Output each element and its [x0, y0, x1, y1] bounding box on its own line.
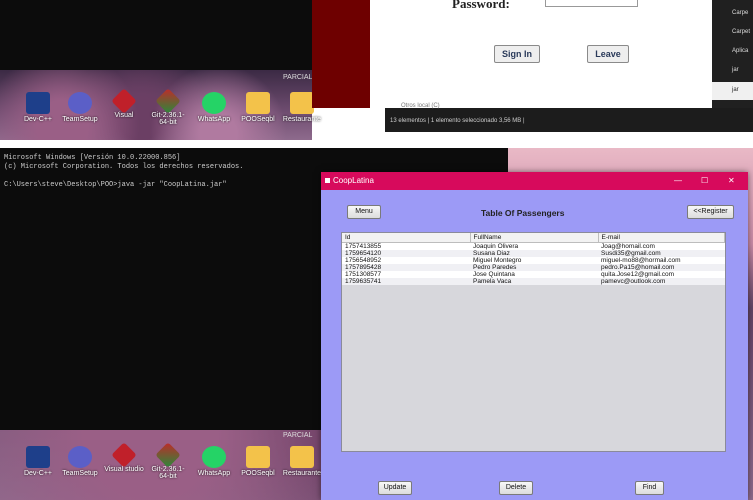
cell-fullname: Pedro Paredes [470, 264, 598, 271]
folder-icon [290, 92, 314, 114]
terminal-line: (c) Microsoft Corporation. Todos los der… [4, 163, 244, 171]
git-icon [155, 442, 181, 468]
window-title-bar[interactable]: CoopLatina — ☐ ✕ [321, 172, 748, 190]
explorer-item[interactable]: Aplica [732, 48, 748, 54]
devcpp-icon [26, 92, 50, 114]
terminal-window-top[interactable] [0, 0, 312, 70]
cell-id: 1757413855 [345, 243, 382, 250]
desktop-icon-whatsapp[interactable]: WhatsApp [194, 92, 234, 123]
register-button[interactable]: <<Register [687, 205, 734, 219]
desktop-icon-teamsetup[interactable]: TeamSetup [60, 446, 100, 477]
cell-fullname: Susana Diaz [470, 250, 598, 257]
column-header-fullname[interactable]: FullName [470, 233, 599, 243]
cell-id: 1759635741 [342, 278, 470, 285]
cell-fullname: Pamela Vaca [470, 278, 598, 285]
cell-email: Joag@homail.com [601, 243, 655, 250]
explorer-side-list: Carpe Carpet Aplica jar jar [712, 0, 753, 108]
find-button[interactable]: Find [635, 481, 664, 495]
desktop-icon-git[interactable]: Git-2.36.1-64-bit [148, 442, 188, 480]
folder-icon [246, 446, 270, 468]
folder-icon [246, 92, 270, 114]
password-label: Password: [452, 0, 510, 11]
visual-studio-icon [111, 88, 137, 114]
cell-email: pamevc@outlook.com [598, 278, 725, 285]
cell-email: pedro.Pa15@homail.com [598, 264, 725, 271]
explorer-status-bar: Otros local (C) 13 elementos | 1 element… [385, 103, 753, 132]
desktop-icon-devcpp[interactable]: Dev-C++ [18, 446, 58, 477]
desktop-icon-visual[interactable]: Visual studio [104, 442, 144, 473]
top-desktop-region: PARCIAL Dev-C++ TeamSetup Visual Git-2.3… [0, 0, 753, 140]
maximize-button[interactable]: ☐ [701, 172, 708, 190]
cell-fullname: Joaquin Olivera [473, 243, 519, 250]
whatsapp-icon [202, 92, 226, 114]
desktop-icon-devcpp[interactable]: Dev-C++ [18, 92, 58, 123]
page-title: Table Of Passengers [481, 208, 565, 218]
column-header-id[interactable]: Id [342, 233, 471, 243]
table-row[interactable]: 1759635741 Pamela Vaca pamevc@outlook.com [342, 278, 725, 285]
cell-fullname: Miguel Montegro [473, 257, 522, 264]
cell-email: miguel-mo88@hormail.com [601, 257, 681, 264]
menu-button[interactable]: Menu [347, 205, 381, 219]
separator [0, 140, 753, 148]
desktop-icon-teamsetup[interactable]: TeamSetup [60, 92, 100, 123]
devcpp-icon [26, 446, 50, 468]
teams-icon [68, 92, 92, 114]
explorer-item[interactable]: Carpe [732, 10, 748, 16]
java-app-icon [325, 178, 330, 183]
minimize-button[interactable]: — [674, 172, 682, 190]
table-row[interactable]: 1756548952 Miguel Montegro miguel-mo88@hor… [342, 257, 725, 264]
explorer-faded-text: Otros local (C) [401, 103, 440, 109]
table-row[interactable]: 1759654120 Susana Diaz Susdi35@gmail.com [342, 250, 725, 257]
cell-email: Susdi35@gmail.com [598, 250, 725, 257]
whatsapp-icon [202, 446, 226, 468]
folder-icon [290, 446, 314, 468]
explorer-item-selected[interactable]: jar [712, 82, 753, 100]
table-row[interactable]: 1757413855 Joaquin Olivera Joag@homail.com [342, 243, 725, 251]
column-header-email[interactable]: E-mail [598, 233, 725, 243]
password-field[interactable] [545, 0, 638, 7]
cell-id: 1757895428 [342, 264, 470, 271]
teams-icon [68, 446, 92, 468]
desktop-icon-git[interactable]: Git-2.36.1-64-bit [148, 88, 188, 126]
desktop-icon-poo-folder[interactable]: POOSeqbl [238, 446, 278, 477]
passengers-table[interactable]: Id FullName E-mail 1757413855 Joaquin Oli… [341, 232, 726, 452]
cell-id: 1756548952 [345, 257, 382, 264]
cell-id: 1759654120 [342, 250, 470, 257]
table-row[interactable]: 1757895428 Pedro Paredes pedro.Pa15@homail… [342, 264, 725, 271]
window-body: Menu Table Of Passengers <<Register Id F… [321, 190, 748, 500]
desktop-icon-visual[interactable]: Visual [104, 88, 144, 119]
explorer-item[interactable]: Carpet [732, 29, 750, 35]
login-window-side-panel [312, 0, 370, 108]
visual-studio-icon [111, 442, 137, 468]
window-title: CoopLatina [333, 176, 374, 185]
desktop-icon-restaurante[interactable]: Restaurante [282, 446, 322, 477]
bottom-desktop-region: Microsoft Windows [Versión 10.0.22000.85… [0, 148, 753, 500]
desktop-icon-poo-folder[interactable]: POOSeqbl [238, 92, 278, 123]
cell-fullname: Jose Quintana [473, 271, 515, 278]
explorer-status-text: 13 elementos | 1 elemento seleccionado 3… [390, 118, 525, 124]
watermark-bottom: PARCIAL [283, 432, 313, 439]
cell-email: quita.Jose12@gmail.com [601, 271, 675, 278]
leave-button[interactable]: Leave [587, 45, 629, 63]
update-button[interactable]: Update [378, 481, 412, 495]
desktop-icon-whatsapp[interactable]: WhatsApp [194, 446, 234, 477]
delete-button[interactable]: Delete [499, 481, 533, 495]
sign-in-button[interactable]: Sign In [494, 45, 540, 63]
cell-id: 1751308577 [345, 271, 382, 278]
terminal-line: Microsoft Windows [Versión 10.0.22000.85… [4, 154, 181, 162]
explorer-item[interactable]: jar [732, 67, 739, 73]
table-row[interactable]: 1751308577 Jose Quintana quita.Jose12@gmai… [342, 271, 725, 278]
close-button[interactable]: ✕ [728, 172, 735, 190]
login-window: Password: Sign In Leave [370, 0, 712, 108]
watermark-top: PARCIAL [283, 74, 313, 81]
cooplatina-window: CoopLatina — ☐ ✕ Menu Table Of Passenger… [321, 172, 748, 500]
git-icon [155, 88, 181, 114]
table-header-row: Id FullName E-mail [342, 233, 725, 243]
